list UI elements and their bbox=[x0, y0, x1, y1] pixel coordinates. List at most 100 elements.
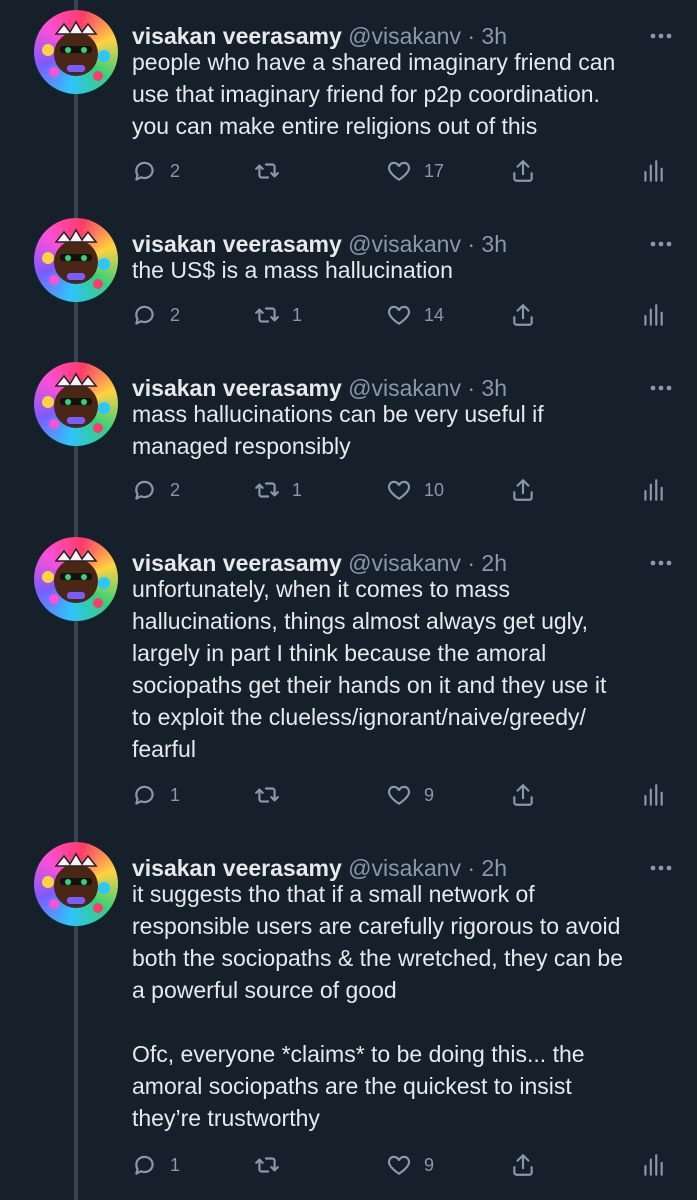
share-button[interactable] bbox=[510, 475, 536, 505]
share-button[interactable] bbox=[510, 780, 536, 810]
tweet-paragraph: people who have a shared imaginary frien… bbox=[132, 46, 677, 142]
retweet-arrows-icon bbox=[254, 782, 280, 808]
share-button[interactable] bbox=[510, 1150, 536, 1180]
share-button[interactable] bbox=[510, 300, 536, 330]
retweet-arrows-icon bbox=[254, 302, 280, 328]
tweet-text-line: amoral sociopaths are the quickest to in… bbox=[132, 1073, 572, 1099]
analytics-button[interactable] bbox=[640, 1150, 666, 1180]
retweet-count: 1 bbox=[292, 304, 303, 325]
retweet-button[interactable]: 1 bbox=[254, 300, 302, 330]
tweet-text-line: to exploit the clueless/ignorant/naive/g… bbox=[132, 704, 586, 730]
tweet-text-line: fearful bbox=[132, 736, 196, 762]
like-button[interactable]: 14 bbox=[386, 300, 444, 330]
tweet-paragraph: unfortunately, when it comes to mass hall… bbox=[132, 573, 677, 765]
more-dots-icon[interactable] bbox=[647, 378, 675, 398]
reply-count: 1 bbox=[170, 784, 181, 805]
tweet-text-line: they’re trustworthy bbox=[132, 1105, 320, 1131]
like-count: 17 bbox=[424, 160, 445, 181]
like-button[interactable]: 10 bbox=[386, 475, 444, 505]
retweet-arrows-icon bbox=[254, 477, 280, 503]
avatar[interactable] bbox=[34, 537, 118, 621]
share-upload-icon bbox=[510, 1152, 536, 1178]
reply-button[interactable]: 2 bbox=[132, 475, 180, 505]
tweet-actions: 2 1 14 bbox=[132, 300, 672, 330]
tweet-thread: visakan veerasamy @visakanv · 3h people w… bbox=[0, 0, 697, 1200]
tweet-paragraph: Ofc, everyone *claims* to be doing this.… bbox=[132, 1038, 677, 1134]
avatar[interactable] bbox=[34, 10, 118, 94]
like-button[interactable]: 9 bbox=[386, 1150, 434, 1180]
tweet-text: the US$ is a mass hallucination bbox=[132, 254, 677, 286]
more-dots-icon[interactable] bbox=[647, 858, 675, 878]
retweet-button[interactable] bbox=[254, 156, 292, 186]
reply-bubble-icon bbox=[132, 158, 158, 184]
reply-button[interactable]: 2 bbox=[132, 156, 180, 186]
like-count: 10 bbox=[424, 479, 445, 500]
like-button[interactable]: 9 bbox=[386, 780, 434, 810]
retweet-arrows-icon bbox=[254, 1152, 280, 1178]
analytics-button[interactable] bbox=[640, 475, 666, 505]
tweet-text-line: sociopaths get their hands on it and the… bbox=[132, 672, 607, 698]
tweet-text-line: it suggests tho that if a small network … bbox=[132, 881, 535, 907]
tweet-text-line: managed responsibly bbox=[132, 433, 351, 459]
retweet-button[interactable] bbox=[254, 780, 292, 810]
tweet[interactable]: visakan veerasamy @visakanv · 3h the US$ … bbox=[0, 218, 697, 340]
tweet-text: it suggests tho that if a small network … bbox=[132, 878, 677, 1134]
retweet-button[interactable] bbox=[254, 1150, 292, 1180]
reply-bubble-icon bbox=[132, 302, 158, 328]
tweet-text-line: mass hallucinations can be very useful i… bbox=[132, 401, 544, 427]
tweet-text-line: largely in part I think because the amor… bbox=[132, 640, 547, 666]
analytics-bars-icon bbox=[640, 1152, 666, 1178]
tweet-paragraph: the US$ is a mass hallucination bbox=[132, 254, 677, 286]
analytics-bars-icon bbox=[640, 477, 666, 503]
tweet-text: people who have a shared imaginary frien… bbox=[132, 46, 677, 142]
tweet[interactable]: visakan veerasamy @visakanv · 3h mass hal… bbox=[0, 362, 697, 515]
more-dots-icon[interactable] bbox=[647, 553, 675, 573]
tweet-text-line: you can make entire religions out of thi… bbox=[132, 113, 538, 139]
retweet-button[interactable]: 1 bbox=[254, 475, 302, 505]
reply-bubble-icon bbox=[132, 782, 158, 808]
reply-button[interactable]: 1 bbox=[132, 780, 180, 810]
analytics-button[interactable] bbox=[640, 156, 666, 186]
reply-bubble-icon bbox=[132, 477, 158, 503]
tweet-text-line: Ofc, everyone *claims* to be doing this.… bbox=[132, 1041, 585, 1067]
tweet-paragraph: it suggests tho that if a small network … bbox=[132, 878, 677, 1006]
tweet[interactable]: visakan veerasamy @visakanv · 2h it sugge… bbox=[0, 842, 697, 1190]
reply-button[interactable]: 2 bbox=[132, 300, 180, 330]
tweet-text-line: unfortunately, when it comes to mass bbox=[132, 576, 510, 602]
like-count: 14 bbox=[424, 304, 445, 325]
tweet-actions: 19 bbox=[132, 1150, 672, 1180]
heart-icon bbox=[386, 477, 412, 503]
like-button[interactable]: 17 bbox=[386, 156, 444, 186]
more-dots-icon[interactable] bbox=[647, 26, 675, 46]
analytics-button[interactable] bbox=[640, 780, 666, 810]
avatar[interactable] bbox=[34, 218, 118, 302]
heart-icon bbox=[386, 782, 412, 808]
tweet-actions: 19 bbox=[132, 780, 672, 810]
reply-count: 2 bbox=[170, 479, 181, 500]
analytics-bars-icon bbox=[640, 782, 666, 808]
tweet[interactable]: visakan veerasamy @visakanv · 2h unfortun… bbox=[0, 537, 697, 820]
tweet-text-line: the US$ is a mass hallucination bbox=[132, 257, 453, 283]
tweet-text-line: both the sociopaths & the wretched, they… bbox=[132, 945, 623, 971]
reply-count: 2 bbox=[170, 304, 181, 325]
tweet-actions: 2 17 bbox=[132, 156, 672, 186]
tweet[interactable]: visakan veerasamy @visakanv · 3h people w… bbox=[0, 10, 697, 196]
tweet-text-line: use that imaginary friend for p2p coordi… bbox=[132, 81, 600, 107]
heart-icon bbox=[386, 302, 412, 328]
tweet-paragraph: mass hallucinations can be very useful i… bbox=[132, 398, 677, 462]
share-upload-icon bbox=[510, 302, 536, 328]
heart-icon bbox=[386, 158, 412, 184]
tweet-text-line: hallucinations, things almost always get… bbox=[132, 608, 588, 634]
reply-count: 2 bbox=[170, 160, 181, 181]
reply-bubble-icon bbox=[132, 1152, 158, 1178]
tweet-text-line: responsible users are carefully rigorous… bbox=[132, 913, 621, 939]
tweet-text: unfortunately, when it comes to mass hall… bbox=[132, 573, 677, 765]
tweet-actions: 2 1 10 bbox=[132, 475, 672, 505]
avatar[interactable] bbox=[34, 842, 118, 926]
share-button[interactable] bbox=[510, 156, 536, 186]
avatar[interactable] bbox=[34, 362, 118, 446]
more-dots-icon[interactable] bbox=[647, 234, 675, 254]
reply-count: 1 bbox=[170, 1154, 181, 1175]
reply-button[interactable]: 1 bbox=[132, 1150, 180, 1180]
analytics-button[interactable] bbox=[640, 300, 666, 330]
